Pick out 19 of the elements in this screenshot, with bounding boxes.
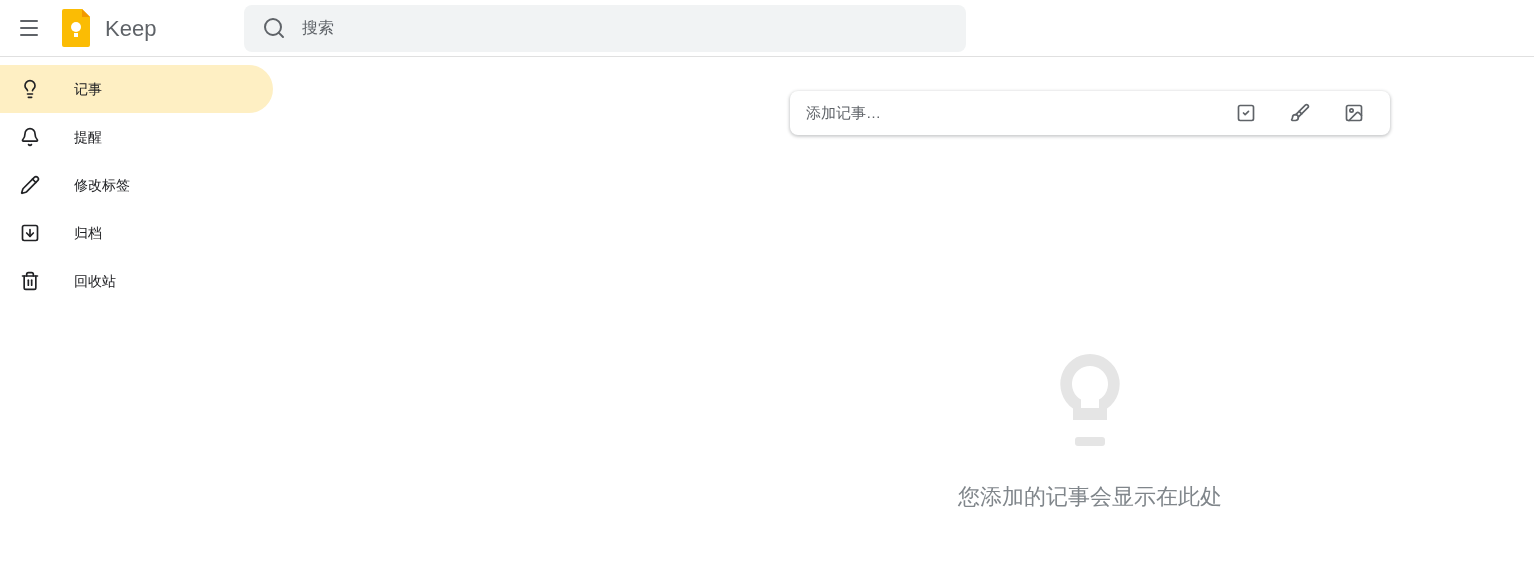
app-name: Keep — [105, 14, 157, 43]
search-field[interactable]: 搜索 — [244, 4, 967, 52]
trash-icon — [20, 271, 40, 291]
note-input-field[interactable]: 添加记事… — [806, 101, 1236, 125]
note-input-bar[interactable]: 添加记事… — [790, 91, 1390, 135]
keep-logo-icon — [62, 9, 90, 47]
search-icon[interactable] — [262, 15, 287, 40]
pencil-icon — [20, 175, 40, 195]
sidebar-item[interactable]: 回收站 — [0, 257, 273, 305]
brush-icon[interactable] — [1290, 103, 1310, 123]
sidebar-item[interactable]: 修改标签 — [0, 161, 273, 209]
sidebar-item[interactable]: 归档 — [0, 209, 273, 257]
sidebar-item[interactable]: 记事 — [0, 65, 273, 113]
empty-state-message: 您添加的记事会显示在此处 — [958, 483, 1222, 511]
archive-icon — [20, 223, 40, 243]
bell-icon — [20, 127, 40, 147]
image-icon[interactable] — [1344, 103, 1364, 123]
checkbox-icon[interactable] — [1236, 103, 1256, 123]
sidebar-item[interactable]: 提醒 — [0, 113, 273, 161]
